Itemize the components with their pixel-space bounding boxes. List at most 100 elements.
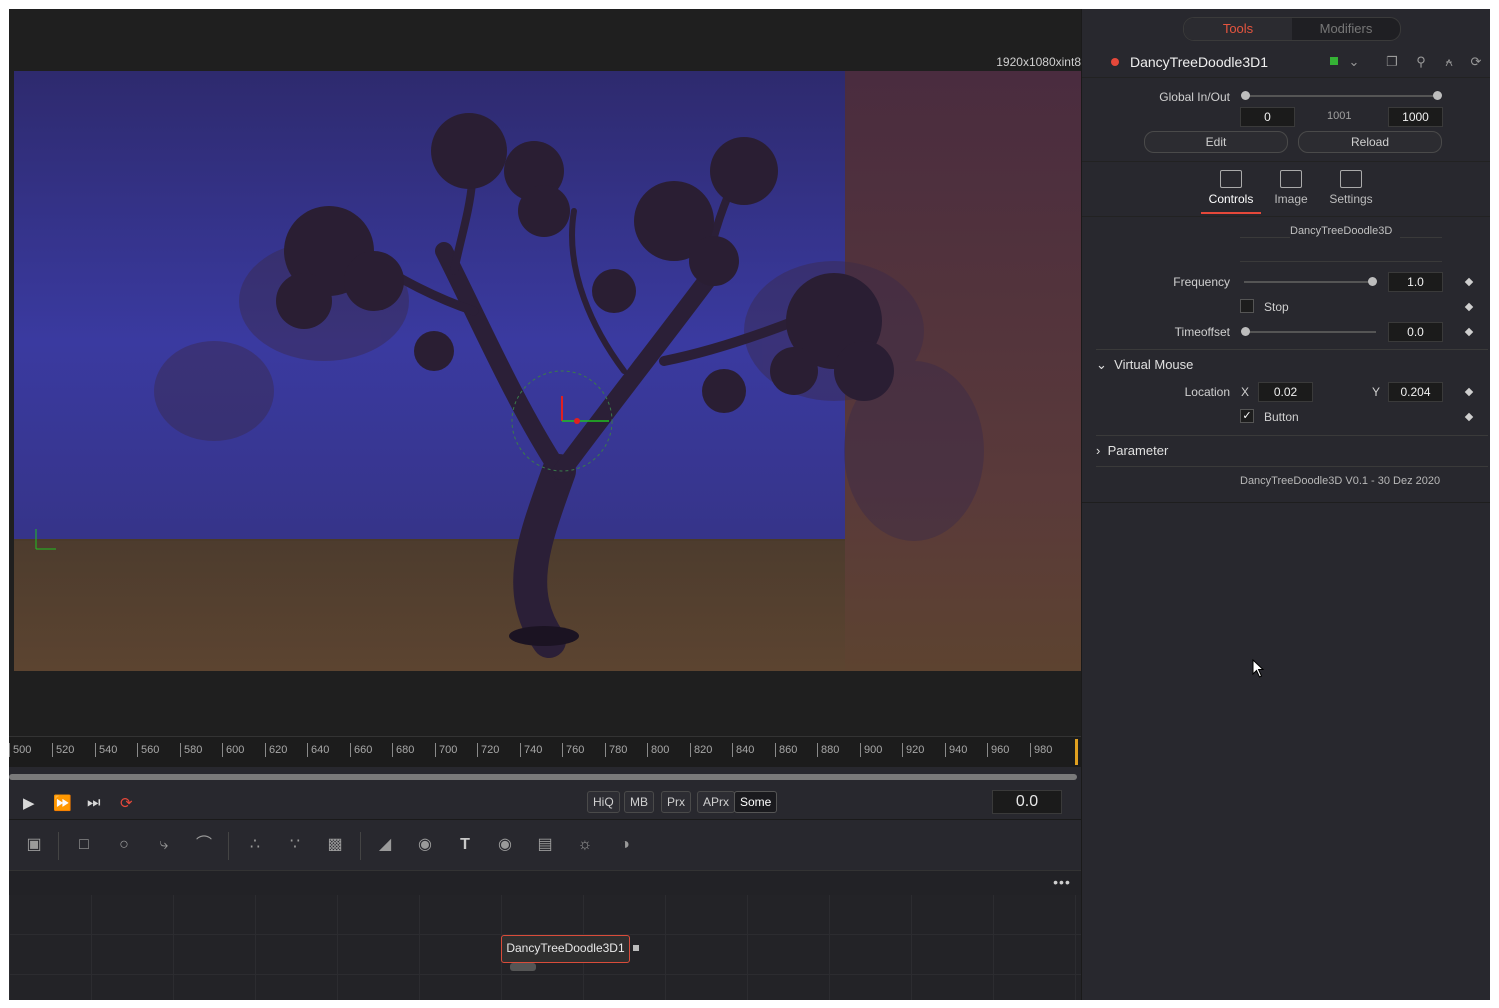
keyframe-icon[interactable] bbox=[1464, 327, 1474, 337]
ruler-tick: 860 bbox=[775, 743, 797, 757]
fast-forward-icon[interactable]: ⏩ bbox=[53, 794, 72, 812]
time-scrollbar[interactable] bbox=[9, 774, 1077, 780]
tab-image-label: Image bbox=[1274, 192, 1308, 206]
location-y-field[interactable]: 0.204 bbox=[1388, 382, 1443, 402]
tools-tab[interactable]: Tools bbox=[1184, 18, 1292, 40]
frequency-label: Frequency bbox=[1173, 275, 1230, 289]
timeoffset-field[interactable]: 0.0 bbox=[1388, 322, 1443, 342]
timeline-ruler[interactable]: 500 520 540 560 580 600 620 640 660 680 … bbox=[9, 736, 1081, 767]
reset-icon[interactable]: ⟳ bbox=[1468, 54, 1484, 70]
node-input-ports[interactable] bbox=[510, 963, 536, 971]
camera3d-icon[interactable]: ◉ bbox=[492, 833, 518, 857]
pin-icon[interactable]: ⚲ bbox=[1413, 54, 1429, 70]
ruler-tick: 760 bbox=[562, 743, 584, 757]
render-view[interactable] bbox=[14, 71, 1081, 671]
window-icon[interactable]: ❐ bbox=[1384, 54, 1400, 70]
section-divider bbox=[1096, 349, 1488, 350]
ruler-tick: 620 bbox=[265, 743, 287, 757]
current-time-field[interactable]: 0.0 bbox=[992, 790, 1062, 814]
controls-header-text: DancyTreeDoodle3D bbox=[1290, 225, 1393, 237]
global-out-field[interactable]: 1000 bbox=[1388, 107, 1443, 127]
ruler-tick: 800 bbox=[647, 743, 669, 757]
ellipse-icon[interactable]: ○ bbox=[111, 833, 137, 857]
tab-settings-label: Settings bbox=[1329, 192, 1373, 206]
global-out-handle[interactable] bbox=[1433, 91, 1442, 100]
tab-controls-label: Controls bbox=[1208, 192, 1254, 206]
inspector-panel: Tools Modifiers DancyTreeDoodle3D1 ⌄ ❐ ⚲… bbox=[1081, 9, 1490, 1000]
tool-color-dot[interactable] bbox=[1111, 58, 1119, 66]
viewer[interactable]: 1920x1080xint8 bbox=[9, 9, 1081, 736]
ruler-tick: 640 bbox=[307, 743, 329, 757]
timeoffset-slider[interactable] bbox=[1244, 331, 1376, 333]
lock-icon[interactable]: ⍲ bbox=[1441, 54, 1457, 70]
hiq-button[interactable]: HiQ bbox=[587, 791, 620, 813]
ruler-tick: 560 bbox=[137, 743, 159, 757]
transform-icon[interactable]: ▣ bbox=[21, 833, 47, 857]
chevron-down-icon[interactable]: ⌄ bbox=[1346, 54, 1362, 70]
mouse-cursor-icon bbox=[1252, 659, 1265, 678]
text3d-icon[interactable]: T bbox=[452, 833, 478, 857]
modifiers-tab[interactable]: Modifiers bbox=[1292, 18, 1400, 40]
rectangle-icon[interactable]: □ bbox=[71, 833, 97, 857]
some-button[interactable]: Some bbox=[734, 791, 778, 813]
ruler-tick: 920 bbox=[902, 743, 924, 757]
reload-button[interactable]: Reload bbox=[1298, 131, 1442, 153]
stop-checkbox[interactable] bbox=[1240, 299, 1254, 313]
tab-image[interactable]: Image bbox=[1261, 168, 1321, 206]
more-icon[interactable]: ••• bbox=[1049, 874, 1075, 892]
proxy-button[interactable]: Prx bbox=[661, 791, 691, 813]
polygon-icon[interactable]: ⤷ bbox=[151, 833, 177, 857]
ruler-tick: 960 bbox=[987, 743, 1009, 757]
frequency-field[interactable]: 1.0 bbox=[1388, 272, 1443, 292]
play-icon[interactable]: ▶ bbox=[23, 794, 35, 812]
chevron-right-icon: › bbox=[1096, 443, 1101, 458]
node-editor[interactable]: DancyTreeDoodle3D1 bbox=[9, 895, 1081, 1000]
keyframe-icon[interactable] bbox=[1464, 387, 1474, 397]
shape3d-icon[interactable]: ◢ bbox=[372, 833, 398, 857]
merge3d-icon[interactable]: ◉ bbox=[412, 833, 438, 857]
particle-icon[interactable]: ▩ bbox=[322, 833, 348, 857]
keyframe-icon[interactable] bbox=[1464, 302, 1474, 312]
ruler-tick: 840 bbox=[732, 743, 754, 757]
button-checkbox[interactable]: ✓ bbox=[1240, 409, 1254, 423]
tool-name[interactable]: DancyTreeDoodle3D1 bbox=[1130, 54, 1268, 70]
location-x-field[interactable]: 0.02 bbox=[1258, 382, 1313, 402]
frequency-handle[interactable] bbox=[1368, 277, 1377, 286]
skip-end-icon[interactable]: ⏭ bbox=[87, 794, 101, 811]
global-in-handle[interactable] bbox=[1241, 91, 1250, 100]
timeoffset-handle[interactable] bbox=[1241, 327, 1250, 336]
node-output-port[interactable] bbox=[633, 945, 639, 951]
image-icon bbox=[1280, 170, 1302, 188]
parameter-section[interactable]: › Parameter bbox=[1096, 443, 1168, 458]
global-inout-slider[interactable] bbox=[1244, 95, 1438, 97]
keyframe-icon[interactable] bbox=[1464, 277, 1474, 287]
ruler-tick: 980 bbox=[1030, 743, 1052, 757]
ambient-light-icon[interactable]: ◑ bbox=[612, 833, 638, 857]
ruler-tick: 600 bbox=[222, 743, 244, 757]
settings-icon bbox=[1340, 170, 1362, 188]
bspline-icon[interactable]: ⌒ bbox=[191, 833, 217, 857]
loop-icon[interactable]: ⟳ bbox=[120, 794, 133, 812]
tab-controls[interactable]: Controls bbox=[1201, 168, 1261, 214]
edit-button[interactable]: Edit bbox=[1144, 131, 1288, 153]
spotlight-icon[interactable]: ☼ bbox=[572, 833, 598, 857]
tab-settings[interactable]: Settings bbox=[1321, 168, 1381, 206]
particle-emitter-icon[interactable]: ∴ bbox=[242, 833, 268, 857]
renderer3d-icon[interactable]: ▤ bbox=[532, 833, 558, 857]
section-divider bbox=[1096, 466, 1488, 467]
toolbar-divider bbox=[228, 832, 229, 860]
auto-proxy-button[interactable]: APrx bbox=[697, 791, 736, 813]
motion-blur-button[interactable]: MB bbox=[624, 791, 654, 813]
keyframe-icon[interactable] bbox=[1464, 412, 1474, 422]
version-text: DancyTreeDoodle3D V0.1 - 30 Dez 2020 bbox=[1240, 475, 1441, 487]
global-in-field[interactable]: 0 bbox=[1240, 107, 1295, 127]
playhead[interactable] bbox=[1075, 739, 1078, 765]
version-status-indicator[interactable] bbox=[1330, 57, 1338, 65]
node-dancytreedoodle3d1[interactable]: DancyTreeDoodle3D1 bbox=[501, 935, 630, 963]
frequency-slider[interactable] bbox=[1244, 281, 1374, 283]
node-editor-header: ••• bbox=[9, 870, 1081, 896]
toolbar-divider bbox=[58, 832, 59, 860]
ruler-tick: 900 bbox=[860, 743, 882, 757]
particle-render-icon[interactable]: ∵ bbox=[282, 833, 308, 857]
virtual-mouse-section[interactable]: ⌄ Virtual Mouse bbox=[1096, 357, 1193, 373]
